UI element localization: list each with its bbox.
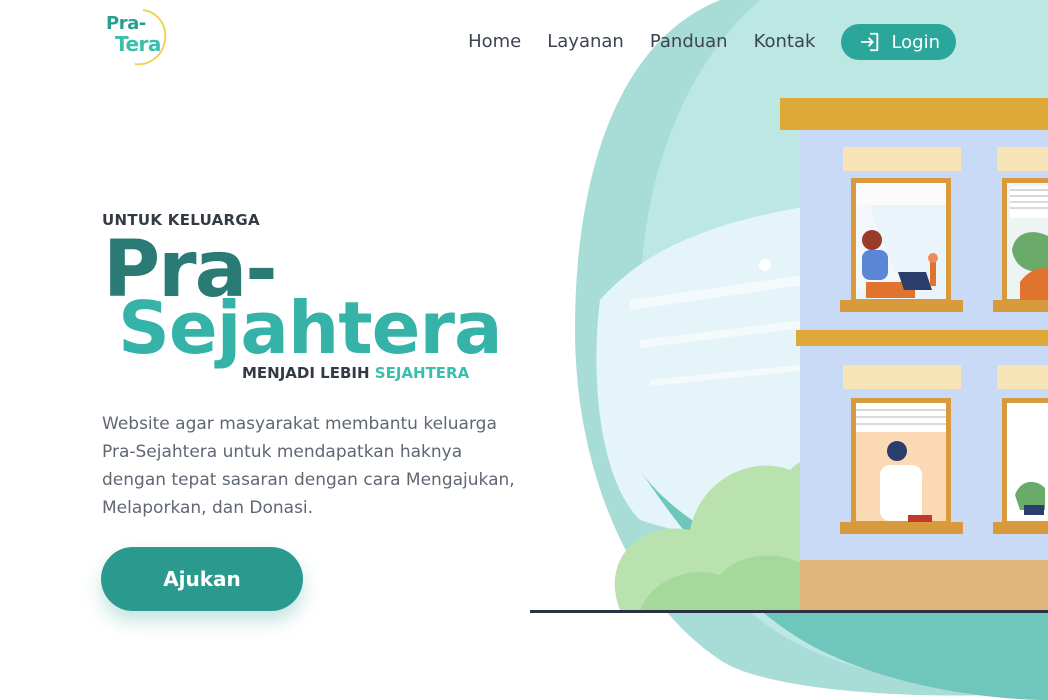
moon-dot xyxy=(759,259,771,271)
nav-panduan[interactable]: Panduan xyxy=(650,29,728,55)
logo-text-line2: Tera xyxy=(115,32,161,56)
hero-description: Website agar masyarakat membantu keluarg… xyxy=(102,414,515,518)
logo-text-line1: Pra- xyxy=(106,13,146,34)
ground-line xyxy=(530,610,1048,613)
brand-logo[interactable]: Pra- Tera xyxy=(103,6,169,66)
nav-kontak[interactable]: Kontak xyxy=(754,29,816,55)
ajukan-button[interactable]: Ajukan xyxy=(101,547,303,611)
hero-subline-accent: SEJAHTERA xyxy=(374,364,470,382)
login-icon xyxy=(861,32,879,52)
hero-subline: MENJADI LEBIH SEJAHTERA xyxy=(242,364,469,382)
login-button[interactable]: Login xyxy=(841,24,956,60)
nav-home[interactable]: Home xyxy=(468,29,521,55)
hero-subline-prefix: MENJADI LEBIH xyxy=(242,364,370,382)
apartment-building xyxy=(780,98,1048,613)
hero-title-line2: Sejahtera xyxy=(118,286,503,370)
nav-layanan[interactable]: Layanan xyxy=(547,29,624,55)
login-label: Login xyxy=(891,31,940,53)
main-nav: Home Layanan Panduan Kontak Login xyxy=(468,24,956,60)
